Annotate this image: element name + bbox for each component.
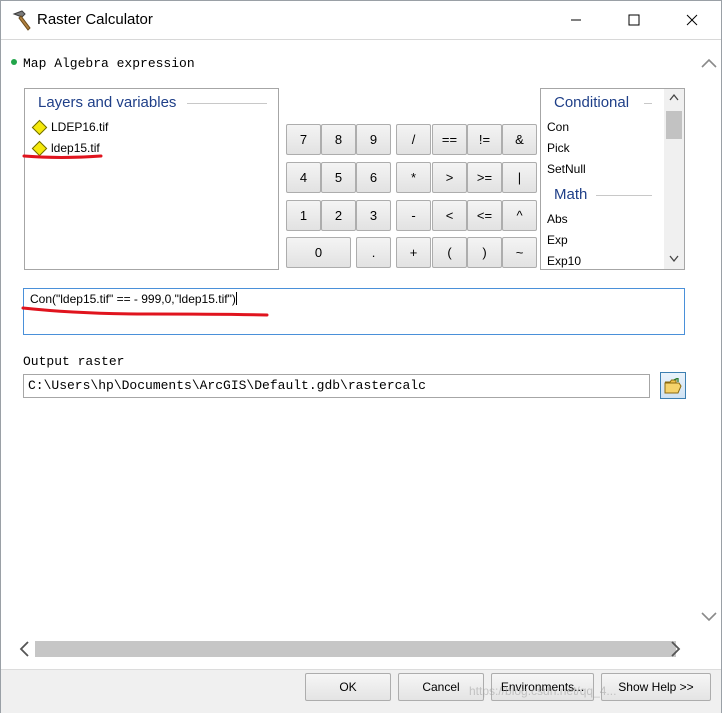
- key-close-paren[interactable]: ): [467, 237, 502, 268]
- function-item-exp10[interactable]: Exp10: [547, 254, 581, 268]
- horizontal-scroll-thumb[interactable]: [35, 641, 676, 657]
- layer-item-ldep16[interactable]: LDEP16.tif: [31, 118, 108, 136]
- key-multiply[interactable]: *: [396, 162, 431, 193]
- key-not-equal[interactable]: !=: [467, 124, 502, 155]
- function-group-rule: [644, 103, 652, 104]
- key-greater-equal[interactable]: >=: [467, 162, 502, 193]
- scroll-down-icon[interactable]: [701, 612, 717, 622]
- key-0[interactable]: 0: [286, 237, 351, 268]
- key-xor[interactable]: ^: [502, 200, 537, 231]
- key-less-equal[interactable]: <=: [467, 200, 502, 231]
- key-8[interactable]: 8: [321, 124, 356, 155]
- dialog-vertical-scrollbar[interactable]: [697, 40, 721, 630]
- functions-panel[interactable]: Conditional Con Pick SetNull Math Abs Ex…: [540, 88, 685, 270]
- close-icon: [686, 14, 698, 26]
- scroll-up-icon[interactable]: [669, 93, 679, 101]
- raster-layer-icon: [31, 119, 48, 135]
- window-title: Raster Calculator: [37, 11, 153, 28]
- key-equal[interactable]: ==: [432, 124, 467, 155]
- raster-calculator-window: Raster Calculator Map Algebra expression…: [0, 0, 722, 713]
- functions-scrollbar[interactable]: [664, 89, 684, 269]
- key-open-paren[interactable]: (: [432, 237, 467, 268]
- key-3[interactable]: 3: [356, 200, 391, 231]
- scroll-right-icon[interactable]: [671, 641, 681, 657]
- required-indicator-icon: [11, 59, 17, 65]
- close-button[interactable]: [663, 1, 721, 39]
- dialog-content: Map Algebra expression Layers and variab…: [1, 39, 721, 669]
- red-underline-annotation: [21, 306, 269, 317]
- key-and[interactable]: &: [502, 124, 537, 155]
- dialog-horizontal-scrollbar[interactable]: [13, 638, 697, 660]
- key-greater[interactable]: >: [432, 162, 467, 193]
- key-divide[interactable]: /: [396, 124, 431, 155]
- function-item-abs[interactable]: Abs: [547, 212, 568, 226]
- key-9[interactable]: 9: [356, 124, 391, 155]
- scroll-thumb[interactable]: [666, 111, 682, 139]
- key-not[interactable]: ~: [502, 237, 537, 268]
- key-minus[interactable]: -: [396, 200, 431, 231]
- key-7[interactable]: 7: [286, 124, 321, 155]
- show-help-button[interactable]: Show Help >>: [601, 673, 711, 701]
- browse-output-button[interactable]: [660, 372, 686, 399]
- key-6[interactable]: 6: [356, 162, 391, 193]
- key-less[interactable]: <: [432, 200, 467, 231]
- open-folder-icon: [664, 377, 682, 393]
- key-4[interactable]: 4: [286, 162, 321, 193]
- ok-button[interactable]: OK: [305, 673, 391, 701]
- function-group-rule: [596, 195, 652, 196]
- scroll-up-icon[interactable]: [701, 58, 717, 68]
- function-group-title: Math: [554, 186, 588, 203]
- layers-panel-title: Layers and variables: [38, 94, 177, 111]
- key-1[interactable]: 1: [286, 200, 321, 231]
- maximize-icon: [628, 14, 640, 26]
- key-5[interactable]: 5: [321, 162, 356, 193]
- key-plus[interactable]: +: [396, 237, 431, 268]
- title-bar[interactable]: Raster Calculator: [1, 1, 721, 39]
- function-item-exp[interactable]: Exp: [547, 233, 568, 247]
- function-item-con[interactable]: Con: [547, 120, 569, 134]
- function-group-title: Conditional: [554, 94, 630, 111]
- function-item-setnull[interactable]: SetNull: [547, 162, 586, 176]
- key-2[interactable]: 2: [321, 200, 356, 231]
- key-decimal[interactable]: .: [356, 237, 391, 268]
- function-item-pick[interactable]: Pick: [547, 141, 570, 155]
- red-underline-annotation: [22, 154, 103, 159]
- maximize-button[interactable]: [605, 1, 663, 39]
- layer-item-label: LDEP16.tif: [51, 120, 109, 134]
- watermark: https://blog.csdn.net/qq_4...: [469, 684, 617, 698]
- hammer-icon: [12, 10, 31, 31]
- output-raster-label: Output raster: [23, 354, 125, 369]
- scroll-left-icon[interactable]: [19, 641, 29, 657]
- layers-panel-rule: [187, 103, 267, 104]
- output-raster-input[interactable]: C:\Users\hp\Documents\ArcGIS\Default.gdb…: [23, 374, 650, 398]
- expression-heading: Map Algebra expression: [23, 56, 195, 71]
- minimize-icon: [571, 19, 581, 21]
- key-or[interactable]: |: [502, 162, 537, 193]
- minimize-button[interactable]: [547, 1, 605, 39]
- layers-panel[interactable]: Layers and variables LDEP16.tif ldep15.t…: [24, 88, 279, 270]
- scroll-down-icon[interactable]: [669, 255, 679, 263]
